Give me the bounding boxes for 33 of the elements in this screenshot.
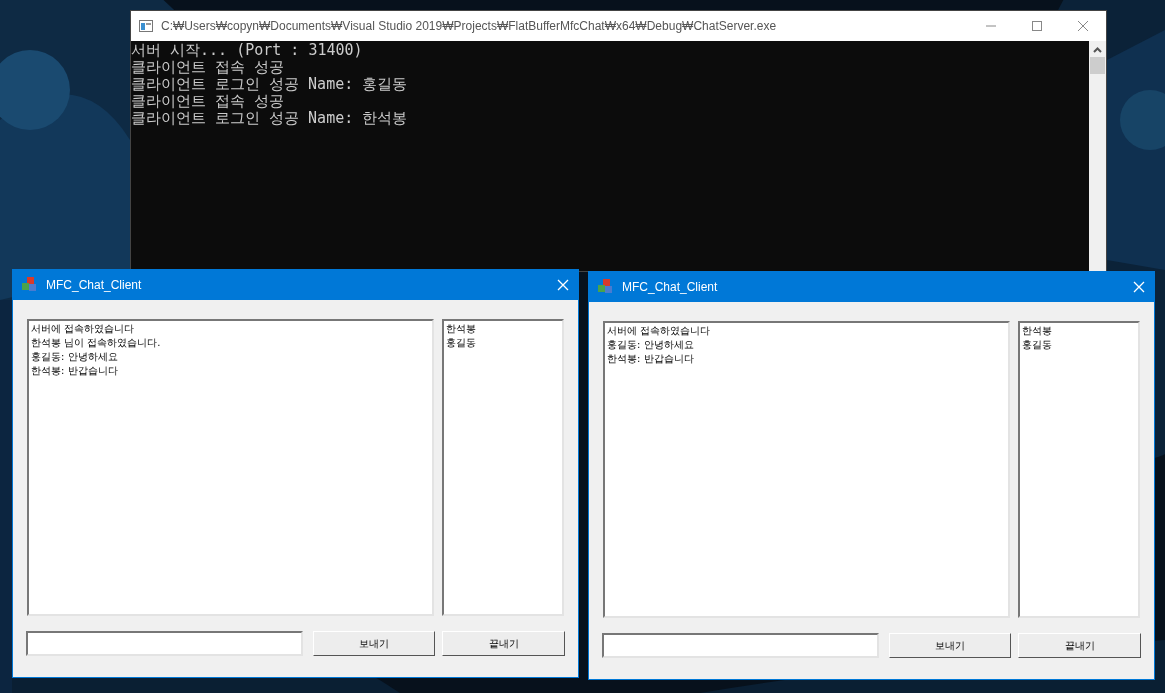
exit-button[interactable]: 끝내기 xyxy=(1018,633,1141,658)
user-list-item[interactable]: 홍길동 xyxy=(1022,338,1136,352)
message-input[interactable] xyxy=(26,631,303,656)
chat-message: 서버에 접속하였습니다 xyxy=(607,324,712,338)
console-app-icon xyxy=(139,20,153,32)
maximize-icon[interactable] xyxy=(1031,20,1043,32)
window-title: MFC_Chat_Client xyxy=(46,277,142,294)
close-icon[interactable] xyxy=(1077,20,1089,32)
window-title: MFC_Chat_Client xyxy=(622,279,718,296)
console-line: 클라이언트 로그인 성공 Name: 홍길동 xyxy=(131,76,409,93)
user-list-item[interactable]: 한석봉 xyxy=(446,322,560,336)
user-list-item[interactable]: 한석봉 xyxy=(1022,324,1136,338)
window-title: C:₩Users₩copyn₩Documents₩Visual Studio 2019₩Projects₩FlatBufferMfcChat₩x64₩Debug₩ChatServer.exe xyxy=(161,18,777,35)
chat-message: 서버에 접속하였습니다 xyxy=(31,322,136,336)
console-line: 클라이언트 접속 성공 xyxy=(131,59,286,76)
send-button[interactable]: 보내기 xyxy=(312,631,436,656)
scroll-up-icon[interactable] xyxy=(1093,47,1102,53)
chat-message: 한석봉: 반갑습니다 xyxy=(607,352,695,366)
chat-message: 한석봉 님이 접속하였습니다. xyxy=(31,336,162,350)
chat-message: 홍길동: 안녕하세요 xyxy=(607,338,695,352)
scroll-thumb[interactable] xyxy=(1090,57,1105,74)
app-icon xyxy=(598,279,614,295)
chat-message: 한석봉: 반갑습니다 xyxy=(31,364,119,378)
message-input[interactable] xyxy=(602,633,879,658)
console-line: 클라이언트 로그인 성공 Name: 한석봉 xyxy=(131,110,409,127)
user-list-item[interactable]: 홍길동 xyxy=(446,336,560,350)
chat-message: 홍길동: 안녕하세요 xyxy=(31,350,119,364)
console-line: 서버 시작... (Port : 31400) xyxy=(131,42,364,59)
app-icon xyxy=(22,277,38,293)
scrollbar[interactable] xyxy=(1089,41,1106,271)
send-button[interactable]: 보내기 xyxy=(888,633,1012,658)
exit-button[interactable]: 끝내기 xyxy=(442,631,565,656)
console-line: 클라이언트 접속 성공 xyxy=(131,93,286,110)
